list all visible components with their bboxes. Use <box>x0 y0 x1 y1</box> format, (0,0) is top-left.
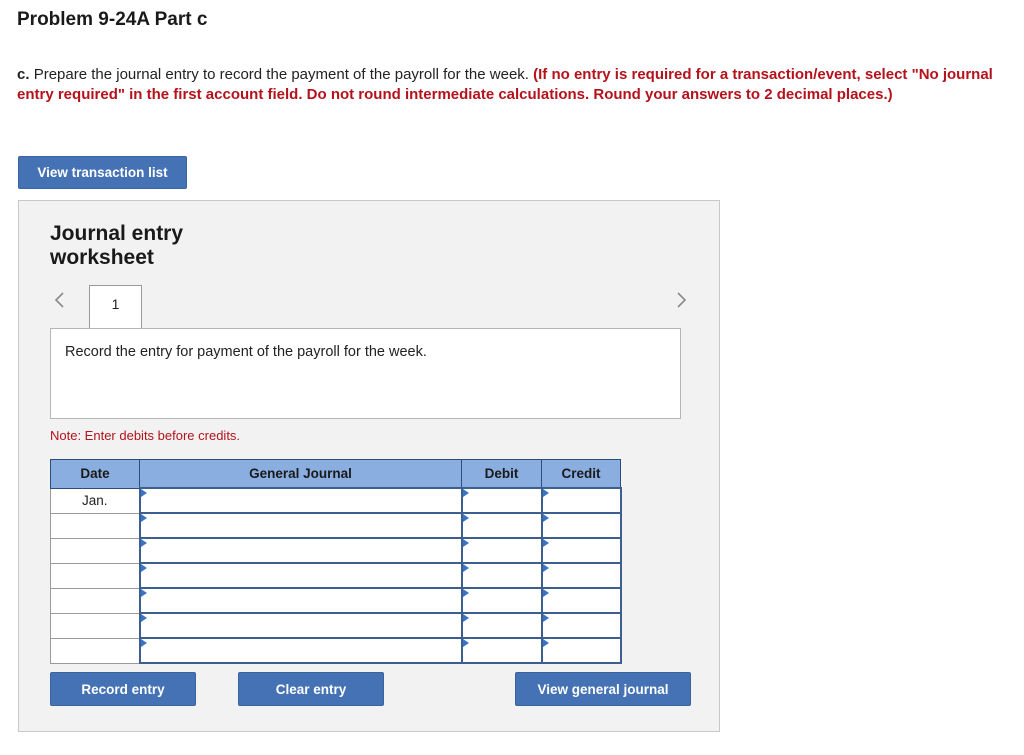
dropdown-marker-icon <box>140 514 147 522</box>
account-field[interactable] <box>138 637 463 664</box>
view-transaction-list-button[interactable]: View transaction list <box>18 156 187 189</box>
journal-entry-worksheet-panel: Journal entry worksheet 1 Record the ent… <box>18 200 720 732</box>
journal-table: Date General Journal Debit Credit Jan. <box>50 459 622 664</box>
date-cell[interactable] <box>50 512 140 539</box>
debit-field[interactable] <box>460 637 543 664</box>
date-cell[interactable] <box>50 637 140 664</box>
header-date: Date <box>50 459 140 489</box>
credit-field[interactable] <box>540 512 622 539</box>
dropdown-marker-icon <box>140 639 147 647</box>
date-cell[interactable] <box>50 587 140 614</box>
dropdown-marker-icon <box>462 589 469 597</box>
table-row <box>50 612 622 639</box>
dropdown-marker-icon <box>462 514 469 522</box>
dropdown-marker-icon <box>140 564 147 572</box>
header-debit: Debit <box>461 459 542 489</box>
dropdown-marker-icon <box>542 514 549 522</box>
debit-credit-note: Note: Enter debits before credits. <box>50 428 241 443</box>
credit-field[interactable] <box>540 587 622 614</box>
view-general-journal-button[interactable]: View general journal <box>515 672 691 706</box>
instruction-text: Prepare the journal entry to record the … <box>33 66 529 83</box>
table-row <box>50 562 622 589</box>
credit-field[interactable] <box>540 612 622 639</box>
page-title: Problem 9-24A Part c <box>17 9 208 30</box>
worksheet-title-line2: worksheet <box>50 246 154 269</box>
account-field[interactable] <box>138 587 463 614</box>
dropdown-marker-icon <box>542 564 549 572</box>
entry-prompt-text: Record the entry for payment of the payr… <box>65 344 427 360</box>
account-field[interactable] <box>138 512 463 539</box>
dropdown-marker-icon <box>140 489 147 497</box>
dropdown-marker-icon <box>462 639 469 647</box>
table-row: Jan. <box>50 487 622 514</box>
dropdown-marker-icon <box>542 589 549 597</box>
account-field[interactable] <box>138 612 463 639</box>
table-row <box>50 537 622 564</box>
dropdown-marker-icon <box>140 539 147 547</box>
dropdown-marker-icon <box>542 639 549 647</box>
dropdown-marker-icon <box>462 489 469 497</box>
worksheet-title-line1: Journal entry <box>50 222 184 245</box>
record-entry-button[interactable]: Record entry <box>50 672 196 706</box>
dropdown-marker-icon <box>542 614 549 622</box>
header-general-journal: General Journal <box>139 459 462 489</box>
instructions: c. Prepare the journal entry to record t… <box>17 65 1007 105</box>
header-credit: Credit <box>541 459 621 489</box>
journal-table-header: Date General Journal Debit Credit <box>50 459 621 489</box>
account-field[interactable] <box>138 537 463 564</box>
instruction-part-label: c. <box>17 66 30 83</box>
dropdown-marker-icon <box>462 564 469 572</box>
date-cell[interactable]: Jan. <box>50 487 140 514</box>
table-row <box>50 512 622 539</box>
table-row <box>50 637 622 664</box>
chevron-left-icon[interactable] <box>52 291 68 309</box>
chevron-right-icon[interactable] <box>673 291 689 309</box>
debit-field[interactable] <box>460 512 543 539</box>
table-row <box>50 587 622 614</box>
dropdown-marker-icon <box>140 589 147 597</box>
tab-1[interactable]: 1 <box>89 285 142 329</box>
debit-field[interactable] <box>460 587 543 614</box>
date-cell[interactable] <box>50 562 140 589</box>
debit-field[interactable] <box>460 487 543 514</box>
date-cell[interactable] <box>50 537 140 564</box>
credit-field[interactable] <box>540 637 622 664</box>
dropdown-marker-icon <box>462 539 469 547</box>
credit-field[interactable] <box>540 537 622 564</box>
credit-field[interactable] <box>540 562 622 589</box>
date-cell[interactable] <box>50 612 140 639</box>
credit-field[interactable] <box>540 487 622 514</box>
account-field[interactable] <box>138 562 463 589</box>
debit-field[interactable] <box>460 537 543 564</box>
account-field[interactable] <box>138 487 463 514</box>
worksheet-title: Journal entry worksheet <box>50 222 183 270</box>
debit-field[interactable] <box>460 612 543 639</box>
dropdown-marker-icon <box>140 614 147 622</box>
dropdown-marker-icon <box>542 539 549 547</box>
debit-field[interactable] <box>460 562 543 589</box>
dropdown-marker-icon <box>462 614 469 622</box>
clear-entry-button[interactable]: Clear entry <box>238 672 384 706</box>
dropdown-marker-icon <box>542 489 549 497</box>
entry-prompt-box: Record the entry for payment of the payr… <box>50 328 681 419</box>
